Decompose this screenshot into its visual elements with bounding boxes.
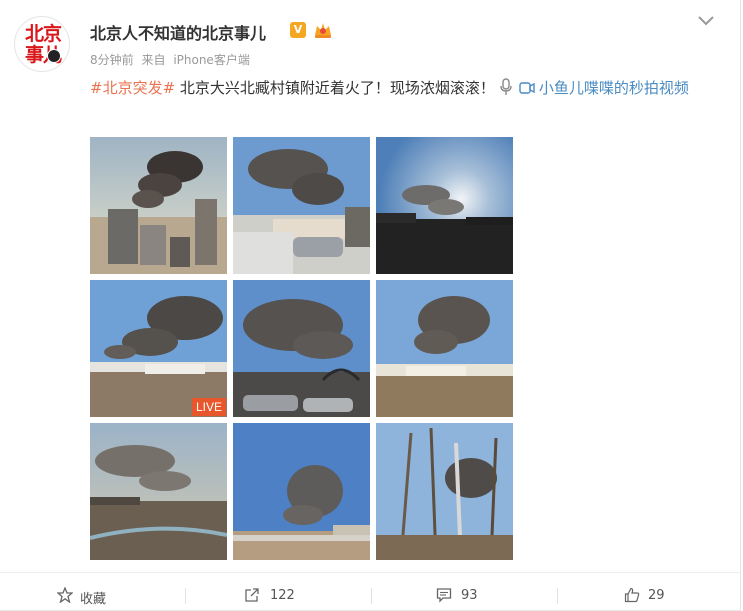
- post-text: #北京突发# 北京大兴北臧村镇附近着火了！现场浓烟滚滚！ 小鱼儿喋喋的秒拍视频: [90, 76, 720, 100]
- smoke-photo: [376, 423, 513, 560]
- post-meta: 8分钟前 来自 iPhone客户端: [90, 51, 250, 68]
- source-prefix: 来自: [141, 53, 166, 67]
- forward-button[interactable]: 122: [186, 573, 371, 611]
- share-icon: [245, 588, 259, 602]
- microphone-icon: [500, 78, 512, 95]
- video-link-text: 小鱼儿喋喋的秒拍视频: [538, 79, 689, 97]
- photo-grid: LIVE: [90, 137, 513, 560]
- live-badge: LIVE: [191, 398, 226, 416]
- photo-thumbnail[interactable]: [233, 137, 370, 274]
- hashtag-link[interactable]: #北京突发#: [90, 79, 175, 97]
- photo-thumbnail[interactable]: [90, 423, 227, 560]
- comment-button[interactable]: 93: [372, 573, 557, 611]
- avatar-logo-text-bottom: 事儿: [24, 44, 62, 66]
- post-time[interactable]: 8分钟前: [90, 53, 134, 67]
- photo-thumbnail[interactable]: [233, 423, 370, 560]
- username[interactable]: 北京人不知道的北京事儿: [90, 20, 266, 44]
- video-link[interactable]: 小鱼儿喋喋的秒拍视频: [519, 79, 689, 97]
- photo-thumbnail[interactable]: [376, 280, 513, 417]
- favorite-label: 收藏: [80, 592, 107, 607]
- crown-icon: [315, 23, 331, 38]
- comment-count: 93: [461, 588, 478, 603]
- photo-thumbnail[interactable]: [233, 280, 370, 417]
- avatar-logo-text-top: 北京: [24, 23, 62, 45]
- photo-thumbnail[interactable]: LIVE: [90, 280, 227, 417]
- comment-icon: [436, 588, 452, 603]
- video-icon: [519, 82, 535, 94]
- smoke-photo: [233, 423, 370, 560]
- star-icon: [57, 587, 73, 603]
- like-button[interactable]: 29: [558, 573, 743, 611]
- photo-thumbnail[interactable]: [90, 137, 227, 274]
- smoke-photo: [90, 280, 227, 417]
- smoke-photo: [233, 280, 370, 417]
- weibo-post-card: 北京 事儿 北京人不知道的北京事儿 V 8分钟前 来自 iPhone客户端 #北…: [0, 0, 741, 611]
- photo-thumbnail[interactable]: [376, 423, 513, 560]
- smoke-photo: [376, 280, 513, 417]
- favorite-button[interactable]: 收藏: [0, 573, 185, 611]
- post-source[interactable]: iPhone客户端: [173, 53, 250, 67]
- action-bar: 收藏 122 93 29: [0, 573, 741, 611]
- smoke-photo: [90, 137, 227, 274]
- smoke-photo: [90, 423, 227, 560]
- forward-count: 122: [270, 588, 295, 603]
- chevron-down-icon[interactable]: [696, 14, 716, 28]
- smoke-photo: [233, 137, 370, 274]
- thumbs-up-icon: [624, 587, 640, 603]
- post-body: 北京大兴北臧村镇附近着火了！现场浓烟滚滚！: [175, 79, 495, 97]
- avatar-stamp: [47, 49, 61, 63]
- avatar[interactable]: 北京 事儿: [14, 16, 70, 72]
- avatar-logo: 北京 事儿: [17, 19, 67, 69]
- verified-badge: V: [290, 22, 306, 38]
- photo-thumbnail[interactable]: [376, 137, 513, 274]
- smoke-photo: [376, 137, 513, 274]
- like-count: 29: [648, 588, 665, 603]
